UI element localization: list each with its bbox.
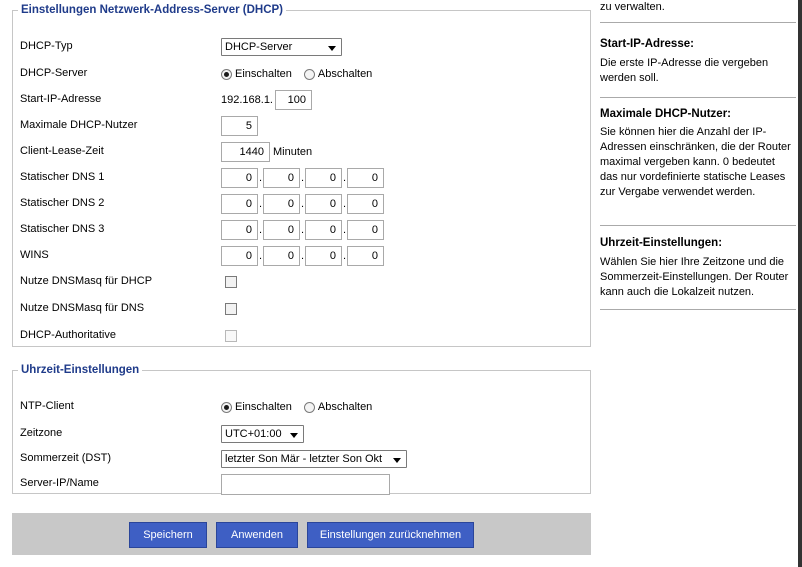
ntp-server-row: Server-IP/Name — [20, 473, 590, 495]
reset-button[interactable]: Einstellungen zurücknehmen — [307, 522, 474, 548]
help-start-ip-text: Die erste IP-Adresse die vergeben werden… — [600, 57, 769, 84]
ntp-label: NTP-Client — [20, 400, 74, 412]
dns3-label: Statischer DNS 3 — [20, 223, 105, 235]
dns2-octet-4[interactable]: 0 — [347, 194, 384, 214]
wins-octet-2[interactable]: 0 — [263, 246, 300, 266]
help-divider — [600, 309, 796, 310]
dhcp-type-label: DHCP-Typ — [20, 40, 73, 52]
authoritative-label: DHCP-Authoritative — [20, 329, 116, 341]
button-bar: Speichern Anwenden Einstellungen zurückn… — [12, 513, 591, 555]
help-divider — [600, 225, 796, 226]
dhcp-server-enable-label: Einschalten — [235, 68, 292, 80]
window-edge — [798, 0, 802, 567]
dst-select[interactable]: letzter Son Mär - letzter Son Okt — [221, 450, 407, 468]
ntp-server-label: Server-IP/Name — [20, 477, 99, 489]
start-ip-row: Start-IP-Adresse 192.168.1. 100 — [20, 90, 590, 110]
wins-label: WINS — [20, 249, 49, 261]
dst-row: Sommerzeit (DST) letzter Son Mär - letzt… — [20, 449, 590, 469]
help-max-users-text: Sie können hier die Anzahl der IP-Adress… — [600, 126, 791, 198]
lease-row: Client-Lease-Zeit 1440 Minuten — [20, 142, 590, 162]
ntp-disable-radio[interactable] — [303, 401, 315, 413]
start-ip-last-octet-input[interactable]: 100 — [275, 90, 312, 110]
dst-value: letzter Son Mär - letzter Son Okt — [225, 453, 383, 465]
wins-octet-3[interactable]: 0 — [305, 246, 342, 266]
save-button[interactable]: Speichern — [129, 522, 207, 548]
dnsmasq-dhcp-checkbox[interactable] — [225, 276, 237, 288]
help-max-users-title: Maximale DHCP-Nutzer: — [600, 108, 731, 120]
dns3-row: Statischer DNS 3 0 . 0 . 0 . 0 — [20, 220, 590, 240]
help-divider — [600, 97, 796, 98]
dns2-row: Statischer DNS 2 0 . 0 . 0 . 0 — [20, 194, 590, 214]
dnsmasq-dns-label: Nutze DNSMasq für DNS — [20, 302, 145, 314]
dns1-row: Statischer DNS 1 0 . 0 . 0 . 0 — [20, 168, 590, 188]
authoritative-checkbox[interactable] — [225, 330, 237, 342]
dhcp-type-row: DHCP-Typ DHCP-Server — [20, 37, 590, 57]
dhcp-legend: Einstellungen Netzwerk-Address-Server (D… — [21, 4, 284, 16]
ntp-row: NTP-Client Einschalten Abschalten — [20, 397, 590, 417]
dhcp-fieldset: Einstellungen Netzwerk-Address-Server (D… — [12, 4, 591, 347]
wins-octet-1[interactable]: 0 — [221, 246, 258, 266]
dns2-label: Statischer DNS 2 — [20, 197, 105, 209]
start-ip-prefix: 192.168.1. — [221, 94, 273, 106]
wins-octet-4[interactable]: 0 — [347, 246, 384, 266]
zone-row: Zeitzone UTC+01:00 — [20, 424, 590, 444]
dhcp-server-row: DHCP-Server Einschalten Abschalten — [20, 64, 590, 84]
lease-label: Client-Lease-Zeit — [20, 145, 104, 157]
chevron-down-icon — [328, 46, 336, 51]
dns3-octet-2[interactable]: 0 — [263, 220, 300, 240]
lease-unit: Minuten — [273, 146, 313, 158]
start-ip-label: Start-IP-Adresse — [20, 93, 102, 105]
dhcp-server-disable-radio[interactable] — [303, 68, 315, 80]
ntp-enable-radio[interactable] — [221, 401, 232, 413]
dnsmasq-dhcp-label: Nutze DNSMasq für DHCP — [20, 275, 153, 287]
dns2-octet-1[interactable]: 0 — [221, 194, 258, 214]
dhcp-server-label: DHCP-Server — [20, 67, 88, 79]
help-top-text: zu verwalten. — [600, 1, 665, 13]
ntp-enable-label: Einschalten — [235, 401, 292, 413]
max-users-row: Maximale DHCP-Nutzer 5 — [20, 116, 590, 136]
apply-button[interactable]: Anwenden — [216, 522, 298, 548]
dhcp-type-select[interactable]: DHCP-Server — [221, 38, 342, 56]
lease-input[interactable]: 1440 — [221, 142, 270, 162]
dns1-octet-4[interactable]: 0 — [347, 168, 384, 188]
ntp-server-input[interactable] — [221, 473, 390, 495]
time-legend: Uhrzeit-Einstellungen — [21, 364, 140, 376]
zone-select[interactable]: UTC+01:00 — [221, 425, 304, 443]
zone-value: UTC+01:00 — [225, 428, 282, 440]
dns1-label: Statischer DNS 1 — [20, 171, 105, 183]
help-divider — [600, 22, 796, 23]
max-users-label: Maximale DHCP-Nutzer — [20, 119, 138, 131]
help-time-text: Wählen Sie hier Ihre Zeitzone und die So… — [600, 256, 789, 298]
zone-label: Zeitzone — [20, 427, 63, 439]
help-time-title: Uhrzeit-Einstellungen: — [600, 237, 723, 249]
dns1-octet-3[interactable]: 0 — [305, 168, 342, 188]
dhcp-type-value: DHCP-Server — [225, 41, 293, 53]
dnsmasq-dns-checkbox[interactable] — [225, 303, 237, 315]
dns2-octet-2[interactable]: 0 — [263, 194, 300, 214]
help-sidebar: zu verwalten. Start-IP-Adresse: Die erst… — [594, 0, 802, 567]
dns3-octet-3[interactable]: 0 — [305, 220, 342, 240]
dnsmasq-dns-row: Nutze DNSMasq für DNS — [20, 299, 590, 319]
ntp-disable-label: Abschalten — [317, 401, 373, 413]
help-start-ip-title: Start-IP-Adresse: — [600, 38, 694, 50]
dns2-octet-3[interactable]: 0 — [305, 194, 342, 214]
chevron-down-icon — [290, 433, 298, 438]
time-fieldset: Uhrzeit-Einstellungen NTP-Client Einscha… — [12, 364, 591, 495]
chevron-down-icon — [393, 458, 401, 463]
dhcp-server-enable-radio[interactable] — [221, 68, 232, 80]
max-users-input[interactable]: 5 — [221, 116, 258, 136]
dhcp-server-disable-label: Abschalten — [317, 68, 373, 80]
wins-row: WINS 0 . 0 . 0 . 0 — [20, 246, 590, 266]
dnsmasq-dhcp-row: Nutze DNSMasq für DHCP — [20, 272, 590, 292]
dst-label: Sommerzeit (DST) — [20, 452, 112, 464]
dns1-octet-2[interactable]: 0 — [263, 168, 300, 188]
dns3-octet-1[interactable]: 0 — [221, 220, 258, 240]
dns1-octet-1[interactable]: 0 — [221, 168, 258, 188]
dns3-octet-4[interactable]: 0 — [347, 220, 384, 240]
authoritative-row: DHCP-Authoritative — [20, 326, 590, 346]
